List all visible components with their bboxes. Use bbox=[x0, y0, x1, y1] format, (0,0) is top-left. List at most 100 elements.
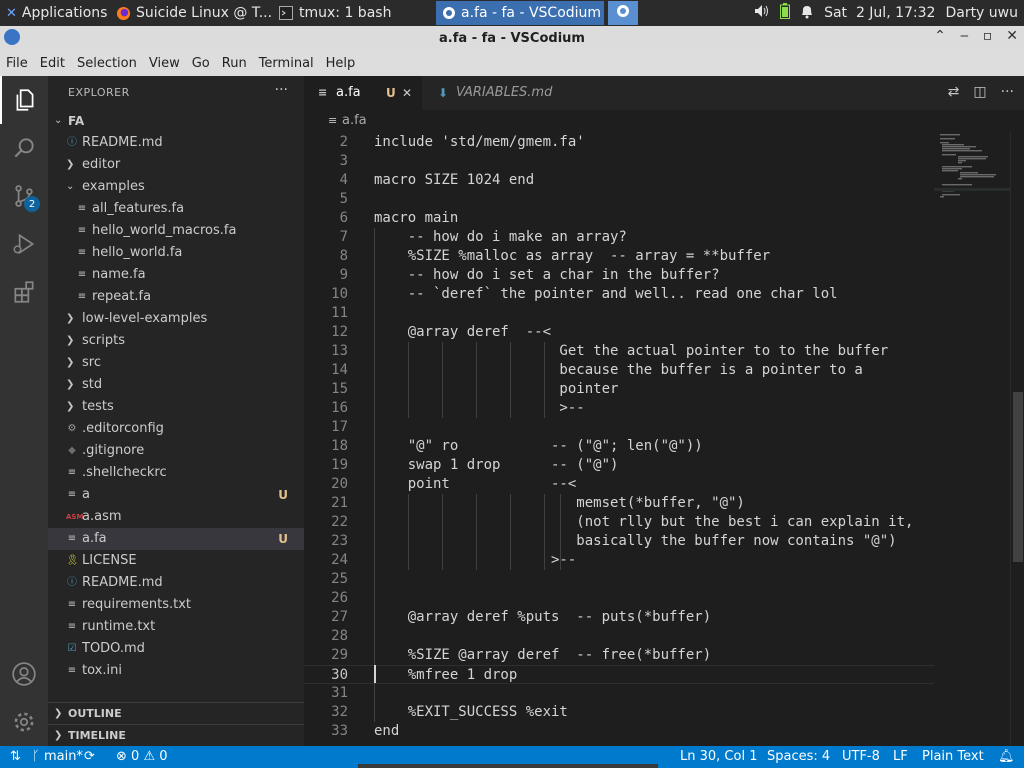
line-number: 31 bbox=[331, 685, 348, 701]
explorer-view-button[interactable] bbox=[0, 76, 48, 124]
menu-selection[interactable]: Selection bbox=[71, 56, 143, 71]
line-text: point --< bbox=[374, 476, 577, 492]
line-number: 8 bbox=[339, 248, 348, 264]
search-view-button[interactable] bbox=[0, 124, 48, 172]
explorer-sidebar: EXPLORER ··· ⌄ FA ⓘ README.md ❯ editor ⌄ exam… bbox=[48, 76, 304, 746]
window-title: a.fa - fa - VSCodium bbox=[439, 30, 585, 46]
menu-edit[interactable]: Edit bbox=[34, 56, 71, 71]
tree-folder[interactable]: ❯ std bbox=[48, 374, 304, 396]
tree-file[interactable]: 🎗 LICENSE bbox=[48, 550, 304, 572]
tree-file[interactable]: ≡ hello_world_macros.fa bbox=[48, 220, 304, 242]
code-line: 28 bbox=[304, 627, 934, 646]
manage-settings-button[interactable] bbox=[0, 698, 48, 746]
menu-terminal[interactable]: Terminal bbox=[253, 56, 320, 71]
menu-go[interactable]: Go bbox=[186, 56, 216, 71]
notification-bell-icon[interactable] bbox=[800, 4, 814, 23]
line-number: 16 bbox=[331, 400, 348, 416]
explorer-more-actions-icon[interactable]: ··· bbox=[275, 82, 288, 98]
chevron-down-icon: ⌄ bbox=[54, 115, 63, 126]
tree-file[interactable]: ⓘ README.md bbox=[48, 572, 304, 594]
tree-file[interactable]: ≡ runtime.txt bbox=[48, 616, 304, 638]
outline-section-header[interactable]: ❯ OUTLINE bbox=[48, 702, 304, 725]
tree-file[interactable]: ⚙ .editorconfig bbox=[48, 418, 304, 440]
battery-icon[interactable] bbox=[780, 3, 791, 23]
accounts-button[interactable] bbox=[0, 650, 48, 698]
tree-folder[interactable]: ❯ tests bbox=[48, 396, 304, 418]
tree-file[interactable]: ≡ tox.ini bbox=[48, 660, 304, 682]
menu-view[interactable]: View bbox=[143, 56, 186, 71]
split-editor-icon[interactable]: ◫ bbox=[973, 84, 986, 100]
tree-file[interactable]: ≡ .shellcheckrc bbox=[48, 462, 304, 484]
code-editor[interactable]: 2 include 'std/mem/gmem.fa' 3 4 macro SIZE 1… bbox=[304, 132, 934, 746]
encoding-status[interactable]: UTF-8 bbox=[842, 746, 880, 768]
user-menu[interactable]: Darty uwu bbox=[945, 5, 1018, 21]
tree-file[interactable]: ≡ a U bbox=[48, 484, 304, 506]
line-text: %mfree 1 drop bbox=[374, 667, 518, 683]
tree-file[interactable]: ≡ name.fa bbox=[48, 264, 304, 286]
tree-file[interactable]: ☑ TODO.md bbox=[48, 638, 304, 660]
source-control-view-button[interactable]: 2 bbox=[0, 172, 48, 220]
menu-help[interactable]: Help bbox=[320, 56, 362, 71]
more-actions-icon[interactable]: ··· bbox=[1001, 84, 1014, 100]
chevron-right-icon: ❯ bbox=[66, 313, 75, 324]
window-minimize-icon[interactable]: ‒ bbox=[960, 28, 969, 44]
tree-file[interactable]: ≡ a.fa U bbox=[48, 528, 304, 550]
cursor-position[interactable]: Ln 30, Col 1 bbox=[680, 746, 757, 768]
scrollbar-thumb[interactable] bbox=[1013, 392, 1023, 562]
branch-status[interactable]: ᚴ main* bbox=[32, 746, 83, 768]
close-icon[interactable]: ✕ bbox=[402, 76, 412, 110]
clock[interactable]: Sat 2 Jul, 17:32 bbox=[824, 5, 935, 21]
sync-icon[interactable]: ⟳ bbox=[84, 746, 95, 768]
taskbar-vscodium-mini[interactable] bbox=[608, 1, 638, 25]
window-close-icon[interactable]: ✕ bbox=[1006, 28, 1018, 44]
file-file-icon: ≡ bbox=[67, 489, 77, 500]
window-collapse-icon[interactable]: ⌃ bbox=[934, 28, 946, 44]
menu-bar: File Edit Selection View Go Run Terminal… bbox=[0, 50, 1024, 76]
window-maximize-icon[interactable]: ▫ bbox=[983, 28, 993, 44]
notifications-icon[interactable]: 🔔︎ bbox=[998, 746, 1015, 768]
tree-folder[interactable]: ❯ src bbox=[48, 352, 304, 374]
line-text: because the buffer is a pointer to a bbox=[374, 362, 863, 378]
line-text: %EXIT_SUCCESS %exit bbox=[374, 704, 568, 720]
tree-file[interactable]: ⓘ README.md bbox=[48, 132, 304, 154]
run-debug-view-button[interactable] bbox=[0, 220, 48, 268]
language-mode[interactable]: Plain Text bbox=[922, 746, 984, 768]
tree-file[interactable]: ≡ requirements.txt bbox=[48, 594, 304, 616]
window-titlebar: a.fa - fa - VSCodium ⌃ ‒ ▫ ✕ bbox=[0, 26, 1024, 50]
taskbar-vscodium[interactable]: a.fa - fa - VSCodium bbox=[436, 1, 604, 25]
timeline-label: TIMELINE bbox=[68, 729, 126, 742]
tab-variables-md[interactable]: ⬇ VARIABLES.md bbox=[422, 76, 582, 110]
breadcrumb-file[interactable]: a.fa bbox=[342, 110, 367, 132]
explorer-root-folder[interactable]: ⌄ FA bbox=[48, 110, 304, 132]
todo-file-icon: ☑ bbox=[67, 643, 77, 654]
tree-file[interactable]: ≡ repeat.fa bbox=[48, 286, 304, 308]
markdown-icon: ⬇ bbox=[438, 86, 449, 100]
tree-folder[interactable]: ⌄ examples bbox=[48, 176, 304, 198]
taskbar-firefox[interactable]: Suicide Linux @ T... bbox=[110, 1, 272, 25]
code-line: 16 >-- bbox=[304, 399, 934, 418]
tree-folder[interactable]: ❯ editor bbox=[48, 154, 304, 176]
tree-file[interactable]: ≡ hello_world.fa bbox=[48, 242, 304, 264]
taskbar-tmux[interactable]: tmux: 1 bash bbox=[272, 1, 424, 25]
timeline-section-header[interactable]: ❯ TIMELINE bbox=[48, 724, 304, 747]
applications-menu[interactable]: ✕ Applications bbox=[0, 1, 110, 25]
minimap[interactable] bbox=[934, 132, 1010, 746]
menu-file[interactable]: File bbox=[0, 56, 34, 71]
volume-icon[interactable] bbox=[754, 4, 770, 22]
line-number: 19 bbox=[331, 457, 348, 473]
indentation-status[interactable]: Spaces: 4 bbox=[767, 746, 830, 768]
tree-folder[interactable]: ❯ low-level-examples bbox=[48, 308, 304, 330]
tab-a-fa[interactable]: ≡ a.fa U ✕ bbox=[304, 76, 422, 110]
menu-run[interactable]: Run bbox=[216, 56, 253, 71]
file-file-icon: ≡ bbox=[77, 247, 87, 258]
eol-status[interactable]: LF bbox=[893, 746, 908, 768]
extensions-view-button[interactable] bbox=[0, 268, 48, 316]
editor-scrollbar[interactable] bbox=[1010, 132, 1024, 746]
tree-file[interactable]: ASM a.asm bbox=[48, 506, 304, 528]
open-changes-icon[interactable]: ⇄ bbox=[948, 84, 960, 100]
tree-file[interactable]: ≡ all_features.fa bbox=[48, 198, 304, 220]
remote-icon[interactable]: ⇅ bbox=[10, 746, 21, 768]
tree-file[interactable]: ◆ .gitignore bbox=[48, 440, 304, 462]
tree-folder[interactable]: ❯ scripts bbox=[48, 330, 304, 352]
problems-status[interactable]: ⊗ 0 ⚠ 0 bbox=[116, 746, 168, 768]
